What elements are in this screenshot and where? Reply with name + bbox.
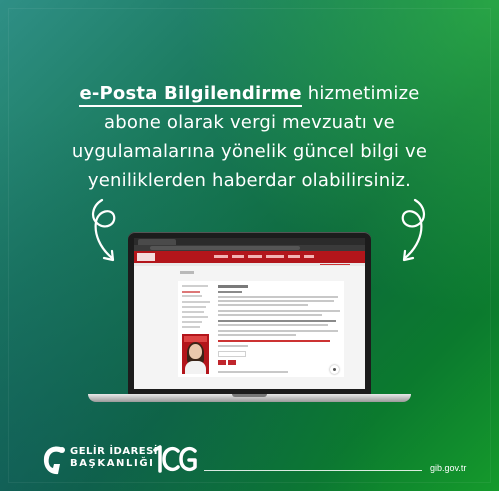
footer-rule — [204, 470, 422, 471]
sidebar-line — [182, 321, 202, 323]
content-title — [218, 285, 248, 288]
content-line — [218, 345, 248, 347]
sidebar-line — [182, 285, 208, 287]
sidebar-line — [182, 291, 200, 293]
content-line — [218, 320, 336, 322]
site-nav-item — [232, 255, 244, 258]
headline-highlight: e-Posta Bilgilendirme — [79, 83, 302, 107]
headline-line-3: uygulamalarına yönelik güncel bilgi ve — [71, 141, 428, 162]
site-nav-item — [288, 255, 300, 258]
content-line — [218, 296, 338, 298]
form-button — [228, 360, 236, 365]
profile-card — [182, 334, 209, 374]
logo-line-1: GELİR İDARESİ — [70, 446, 159, 457]
laptop-screen — [134, 238, 365, 389]
content-line — [218, 314, 322, 316]
content-line — [218, 300, 334, 302]
gib-logo-icon — [43, 446, 65, 475]
promo-poster: e-Posta Bilgilendirme hizmetimize abone … — [0, 0, 499, 491]
gib-logo-text: GELİR İDARESİ BAŞKANLIĞI — [70, 446, 158, 470]
laptop-notch — [232, 394, 267, 397]
site-url: gib.gov.tr — [430, 463, 467, 473]
browser-tab-bar — [134, 238, 365, 245]
sidebar-line — [182, 316, 208, 318]
anniversary-100-logo — [153, 445, 197, 473]
address-field — [150, 246, 300, 250]
sidebar-line — [182, 306, 206, 308]
content-line — [218, 304, 308, 306]
form-input — [218, 351, 246, 357]
headline-line-1-rest: hizmetimize — [301, 83, 420, 104]
sidebar-line — [182, 311, 204, 313]
site-nav-item — [266, 255, 284, 258]
breadcrumb — [180, 271, 194, 274]
content-line — [218, 310, 340, 312]
curly-down-arrow-icon — [92, 198, 116, 262]
headline-line-1: e-Posta Bilgilendirme hizmetimize — [40, 79, 459, 108]
page-panel — [178, 281, 344, 377]
chat-bubble-icon — [330, 365, 339, 374]
person-shirt — [185, 361, 206, 374]
site-logo — [137, 253, 155, 261]
person-face — [189, 344, 202, 359]
site-nav-item — [214, 255, 228, 258]
site-subbar — [134, 263, 365, 266]
content-line — [218, 291, 242, 293]
site-header — [134, 251, 365, 263]
form-button — [218, 360, 226, 365]
content-line — [218, 334, 296, 336]
site-nav-item — [248, 255, 262, 258]
content-line — [218, 330, 338, 332]
headline-line-4: yeniliklerden haberdar olabilirsiniz. — [87, 170, 412, 191]
site-nav-item — [304, 255, 314, 258]
headline-line-2: abone olarak vergi mevzuatı ve — [104, 112, 395, 133]
headline: e-Posta Bilgilendirme hizmetimize abone … — [40, 79, 459, 195]
laptop-base — [88, 394, 411, 402]
laptop-illustration — [128, 232, 371, 395]
curly-down-arrow-icon — [401, 198, 425, 262]
content-line — [218, 340, 330, 342]
sidebar-line — [182, 326, 200, 328]
content-line — [218, 324, 328, 326]
subbar-link — [320, 264, 350, 265]
content-line — [218, 371, 288, 373]
sidebar-line — [182, 295, 202, 297]
logo-line-2: BAŞKANLIĞI — [70, 458, 155, 469]
sidebar-line — [182, 301, 210, 303]
